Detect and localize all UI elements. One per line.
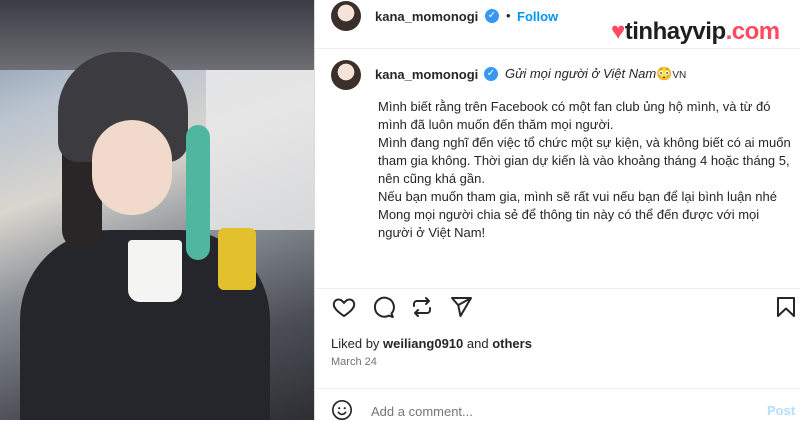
photo-dessert-stick (186, 125, 210, 260)
caption-avatar[interactable] (331, 60, 361, 90)
divider (315, 48, 800, 49)
share-icon[interactable] (448, 295, 474, 319)
caption-line: Mong mọi người chia sẻ để thông tin này … (378, 207, 760, 240)
likes-others-link[interactable]: others (492, 336, 532, 351)
header-username[interactable]: kana_momonogi (375, 9, 478, 24)
bookmark-icon[interactable] (773, 295, 799, 319)
caption-line: Nếu bạn muốn tham gia, mình sẽ rất vui n… (378, 189, 777, 204)
likes-prefix: Liked by (331, 336, 380, 351)
follow-button[interactable]: Follow (517, 9, 558, 24)
post-date[interactable]: March 24 (331, 356, 377, 368)
emoji-icon[interactable] (331, 399, 353, 421)
watermark-domain: .com (725, 18, 781, 45)
caption-flag: VN (672, 70, 687, 81)
comment-input[interactable] (369, 403, 743, 420)
caption-username[interactable]: kana_momonogi (375, 67, 478, 82)
photo-tent (206, 70, 314, 230)
heart-icon[interactable] (331, 295, 357, 319)
caption-line: Mình đang nghĩ đến việc tổ chức một sự k… (378, 135, 791, 186)
post-photo (0, 0, 314, 420)
comment-icon[interactable] (370, 295, 396, 319)
caption-body: Mình biết rằng trên Facebook có một fan … (378, 98, 793, 242)
verified-badge-icon: ✓ (485, 9, 499, 23)
post-button[interactable]: Post (767, 403, 795, 418)
action-bar (315, 288, 800, 323)
post-header: kana_momonogi ✓ • Follow ♥tinhayvip.com (315, 0, 800, 45)
comment-bar: Post (315, 388, 800, 421)
caption-title-text: Gửi mọi người ở Việt Nam (505, 66, 657, 81)
avatar[interactable] (331, 1, 361, 31)
likes-line: Liked by weiliang0910 and others (331, 336, 532, 351)
watermark-heart-icon: ♥ (611, 18, 625, 45)
flushed-emoji-icon: 😳 (656, 66, 673, 81)
caption-title: Gửi mọi người ở Việt Nam😳VN (505, 66, 686, 82)
caption-verified-icon: ✓ (484, 67, 498, 81)
photo-cup (128, 240, 182, 302)
likes-and: and (466, 336, 489, 351)
photo-basket (218, 228, 256, 290)
header-separator: • (506, 8, 511, 23)
repost-icon[interactable] (409, 295, 435, 319)
likes-user-link[interactable]: weiliang0910 (383, 336, 463, 351)
watermark-logo: ♥tinhayvip.com (611, 18, 780, 48)
photo-face (92, 120, 172, 215)
caption-line: Mình biết rằng trên Facebook có một fan … (378, 99, 771, 132)
post-panel: kana_momonogi ✓ • Follow ♥tinhayvip.com … (314, 0, 800, 420)
watermark-name: tinhayvip (624, 18, 726, 45)
